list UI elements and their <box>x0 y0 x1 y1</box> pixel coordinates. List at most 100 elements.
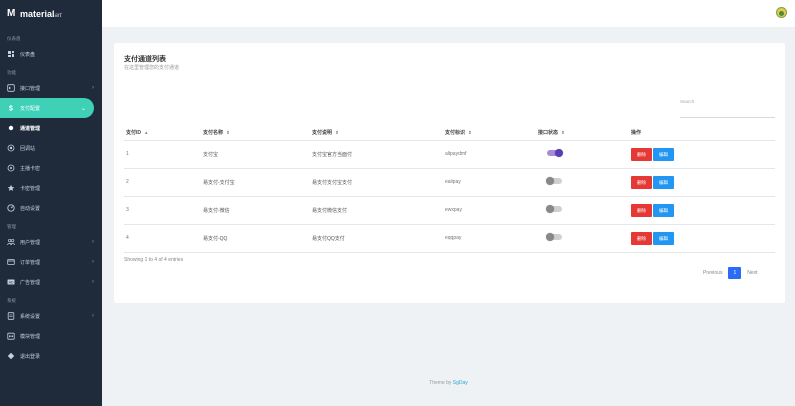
status-toggle[interactable] <box>547 149 563 157</box>
sidebar-item-label: 主播卡密 <box>20 165 41 172</box>
column-header[interactable]: 支付名称 ⇕ <box>201 126 310 141</box>
column-header-label: 接口状态 <box>538 130 559 137</box>
sort-icon: ⇕ <box>561 130 565 136</box>
sidebar-section-title: 管理 <box>7 224 16 229</box>
column-header[interactable]: 支付标识 ⇕ <box>443 126 536 141</box>
chevron-icon: › <box>92 259 94 265</box>
column-header[interactable]: 支付说明 ⇕ <box>310 126 443 141</box>
column-header-label: 支付ID <box>126 130 142 137</box>
terminal-icon <box>7 84 15 92</box>
cell-desc: 易支付QQ支付 <box>310 224 443 253</box>
sidebar-item-label: 自动设置 <box>20 205 41 212</box>
cell-key: eqqpay <box>443 224 536 253</box>
channel-list-card: 支付通道列表 在这里管理您的支付通道 支付ID▲支付名称⇕支付说明⇕支付标识⇕接… <box>114 43 785 303</box>
cell-actions: 删除 编辑 <box>629 196 775 225</box>
chevron-icon: › <box>92 313 94 319</box>
sidebar-item-label: 订单管理 <box>20 259 41 266</box>
cell-key: ewxpay <box>443 196 536 225</box>
status-toggle[interactable] <box>546 205 562 213</box>
column-header-label: 操作 <box>631 130 642 137</box>
sidebar-item[interactable]: 退出登录 <box>0 346 102 366</box>
sidebar-item-label: 系统设置 <box>20 313 41 320</box>
sidebar-item[interactable]: 回调站 <box>0 138 102 158</box>
sidebar-item-label: 用户管理 <box>20 239 41 246</box>
sort-icon: ⇕ <box>226 130 230 136</box>
delete-button[interactable]: 删除 <box>631 147 652 161</box>
cell-actions: 删除 编辑 <box>629 140 775 169</box>
delete-button[interactable]: 删除 <box>631 175 652 189</box>
svg-text:AD: AD <box>9 281 14 285</box>
sidebar-item[interactable]: 模块管理 <box>0 326 102 346</box>
column-header-label: 支付说明 <box>312 130 333 137</box>
channel-table: 支付ID ▲ 支付名称 ⇕ 支付说明 ⇕ 支付标识 ⇕ 接口状态 ⇕ 操作 1 支付宝 支付宝官方当面付… <box>124 126 775 253</box>
footer-link[interactable]: SgDay <box>453 380 468 386</box>
sidebar-item-label: 模块管理 <box>20 333 41 340</box>
cell-status <box>536 140 629 169</box>
sidebar-item[interactable]: $ 支付配置 ⌄ <box>0 98 94 118</box>
sort-icon: ▲ <box>144 130 149 136</box>
brand-logo[interactable]: M materialart <box>0 0 102 28</box>
cell-actions: 删除 编辑 <box>629 224 775 253</box>
prev-page-button[interactable]: Previous <box>697 267 728 279</box>
sidebar-item-label: 仪表盘 <box>20 51 36 58</box>
cell-name: 支付宝 <box>201 140 310 169</box>
search-input[interactable] <box>680 98 775 104</box>
sidebar-item-label: 广告管理 <box>20 279 41 286</box>
cell-id: 3 <box>124 196 201 225</box>
delete-button[interactable]: 删除 <box>631 231 652 245</box>
cell-key: ealipay <box>443 168 536 197</box>
status-toggle[interactable] <box>546 177 562 185</box>
sidebar-item[interactable]: 用户管理 › <box>0 232 102 252</box>
dollar-icon: $ <box>7 104 15 113</box>
ad-icon: AD <box>7 278 15 286</box>
sidebar-item[interactable]: 系统设置 › <box>0 306 102 326</box>
dot-icon <box>7 124 15 132</box>
sidebar-item[interactable]: 仪表盘 <box>0 44 102 64</box>
logo-icon: M <box>7 8 16 19</box>
column-header-label: 支付名称 <box>203 130 224 137</box>
cell-id: 2 <box>124 168 201 197</box>
next-page-button[interactable]: Next <box>741 267 763 279</box>
sidebar-item[interactable]: AD 广告管理 › <box>0 272 102 292</box>
edit-button[interactable]: 编辑 <box>653 203 674 217</box>
sidebar-nav: 仪表盘 仪表盘 功能 接口管理 › $ 支付配置 ⌄ 通道管理 回调站 主播卡密 卡密管理 自动设置 管理… <box>0 34 102 366</box>
cell-name: 易支付-支付宝 <box>201 168 310 197</box>
status-toggle[interactable] <box>546 233 562 241</box>
edit-button[interactable]: 编辑 <box>653 231 674 245</box>
sidebar-item[interactable]: 订单管理 › <box>0 252 102 272</box>
logout-icon <box>7 352 15 360</box>
toggle-knob <box>555 149 563 157</box>
dashboard-icon <box>7 50 15 58</box>
column-header[interactable]: 支付ID ▲ <box>124 126 201 141</box>
pagination: Previous 1 Next <box>697 267 764 279</box>
sidebar-item[interactable]: 通道管理 <box>0 118 102 138</box>
sidebar-item[interactable]: 卡密管理 <box>0 178 102 198</box>
sidebar-item-label: 回调站 <box>20 145 36 152</box>
sidebar-item-label: 通道管理 <box>20 125 41 132</box>
sidebar-item-label: 卡密管理 <box>20 185 41 192</box>
sidebar-item[interactable]: 主播卡密 <box>0 158 102 178</box>
sidebar-item-label: 支付配置 <box>20 105 41 112</box>
sidebar-item[interactable]: 自动设置 <box>0 198 102 218</box>
delete-button[interactable]: 删除 <box>631 203 652 217</box>
cell-name: 易支付-微信 <box>201 196 310 225</box>
table-header-row: 支付ID ▲ 支付名称 ⇕ 支付说明 ⇕ 支付标识 ⇕ 接口状态 ⇕ 操作 <box>124 126 775 141</box>
cell-status <box>536 224 629 253</box>
gauge-icon <box>7 204 15 212</box>
target-icon <box>7 164 15 172</box>
chevron-icon: › <box>92 239 94 245</box>
edit-button[interactable]: 编辑 <box>653 147 674 161</box>
table-info: Showing 1 to 4 of 4 entries <box>124 257 184 263</box>
sidebar-item-label: 接口管理 <box>20 85 41 92</box>
table-body: 1 支付宝 支付宝官方当面付 alipaydmf 删除 编辑 2 易支付-支付宝 易支付支付宝支… <box>124 140 775 253</box>
edit-button[interactable]: 编辑 <box>653 175 674 189</box>
column-header[interactable]: 操作 <box>629 126 775 141</box>
card-title: 支付通道列表 <box>124 56 166 63</box>
cell-key: alipaydmf <box>443 140 536 169</box>
page-1-button[interactable]: 1 <box>728 267 742 279</box>
table-row: 4 易支付-QQ 易支付QQ支付 eqqpay 删除 编辑 <box>124 224 775 253</box>
sidebar-item[interactable]: 接口管理 › <box>0 78 102 98</box>
avatar[interactable] <box>776 7 787 18</box>
table-row: 3 易支付-微信 易支付微信支付 ewxpay 删除 编辑 <box>124 196 775 225</box>
column-header[interactable]: 接口状态 ⇕ <box>536 126 629 141</box>
